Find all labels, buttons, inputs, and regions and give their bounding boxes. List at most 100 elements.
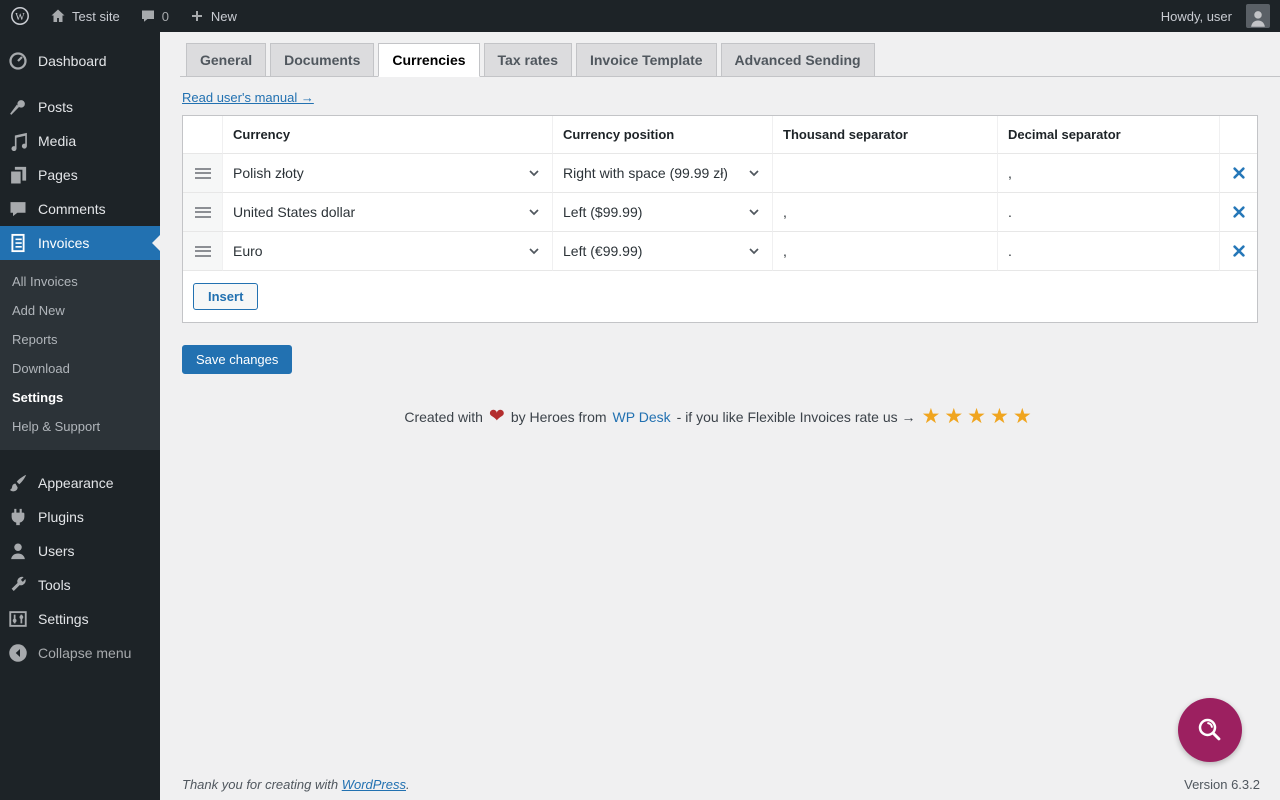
chevron-down-icon	[749, 170, 759, 177]
rating-stars-icon[interactable]: ★★★★★	[922, 406, 1036, 427]
currency-position-select[interactable]: Left ($99.99)	[563, 204, 762, 220]
sidebar-label: Collapse menu	[38, 645, 132, 661]
home-icon	[51, 9, 65, 22]
new-content-button[interactable]: New	[179, 0, 247, 32]
submenu-add-new[interactable]: Add New	[0, 296, 160, 325]
site-name-link[interactable]: Test site	[40, 0, 130, 32]
drag-handle[interactable]	[183, 232, 223, 271]
position-cell: Right with space (99.99 zł)	[553, 154, 773, 193]
tab-advanced-sending[interactable]: Advanced Sending	[720, 43, 875, 77]
header-decimal-separator: Decimal separator	[998, 116, 1220, 154]
sidebar-label: Comments	[38, 201, 106, 217]
tools-icon	[11, 576, 26, 591]
delete-row-button[interactable]	[1220, 232, 1257, 271]
sidebar-item-invoices[interactable]: Invoices	[0, 226, 160, 260]
sidebar-item-pages[interactable]: Pages	[0, 158, 160, 192]
avatar	[1246, 4, 1270, 28]
drag-handle[interactable]	[183, 193, 223, 232]
delete-row-button[interactable]	[1220, 193, 1257, 232]
submenu-help-support[interactable]: Help & Support	[0, 412, 160, 441]
admin-bar: W Test site 0 New Howdy, user	[0, 0, 1280, 32]
sidebar-label: Users	[38, 543, 75, 559]
read-manual-link[interactable]: Read user's manual →	[182, 90, 314, 105]
insert-row: Insert	[183, 271, 1257, 322]
sidebar-item-comments[interactable]: Comments	[0, 192, 160, 226]
position-cell: Left ($99.99)	[553, 193, 773, 232]
delete-x-icon	[1232, 245, 1245, 257]
sidebar-label: Appearance	[38, 475, 114, 491]
admin-footer: Thank you for creating with WordPress. V…	[160, 777, 1280, 792]
currency-cell: Euro	[223, 232, 553, 271]
drag-handle[interactable]	[183, 154, 223, 193]
sidebar-item-appearance[interactable]: Appearance	[0, 466, 160, 500]
decimal-separator-input[interactable]	[1008, 243, 1209, 259]
header-currency: Currency	[223, 116, 553, 154]
collapse-menu-button[interactable]: Collapse menu	[0, 636, 160, 670]
insert-button[interactable]: Insert	[193, 283, 259, 310]
position-select-value: Left (€99.99)	[563, 243, 643, 259]
chevron-down-icon	[749, 209, 759, 216]
decimal-separator-input[interactable]	[1008, 165, 1209, 181]
currency-position-select[interactable]: Left (€99.99)	[563, 243, 762, 259]
thousand-separator-input[interactable]	[783, 204, 987, 220]
currency-select-value: United States dollar	[233, 204, 356, 220]
currency-select[interactable]: United States dollar	[233, 204, 542, 220]
tab-invoice-template[interactable]: Invoice Template	[575, 43, 717, 77]
new-label: New	[210, 8, 237, 24]
currency-position-select[interactable]: Right with space (99.99 zł)	[563, 165, 762, 181]
sidebar-item-posts[interactable]: Posts	[0, 90, 160, 124]
delete-x-icon	[1232, 206, 1245, 218]
thousand-separator-input[interactable]	[783, 243, 987, 259]
decimal-separator-input[interactable]	[1008, 204, 1209, 220]
tab-documents[interactable]: Documents	[270, 43, 375, 77]
sidebar-item-plugins[interactable]: Plugins	[0, 500, 160, 534]
heart-icon: ❤	[488, 406, 505, 427]
invoice-icon	[11, 233, 25, 253]
drag-handle-icon	[194, 204, 211, 220]
sidebar-label: Pages	[38, 167, 78, 183]
currency-select[interactable]: Polish złoty	[233, 165, 542, 181]
submenu-reports[interactable]: Reports	[0, 325, 160, 354]
sidebar-item-settings[interactable]: Settings	[0, 602, 160, 636]
promo-text-created: Created with	[404, 408, 483, 425]
tab-general[interactable]: General	[186, 43, 267, 77]
header-drag-column	[183, 116, 223, 154]
submenu-all-invoices[interactable]: All Invoices	[0, 267, 160, 296]
currency-cell: Polish złoty	[223, 154, 553, 193]
main-content: General Documents Currencies Tax rates I…	[160, 32, 1280, 800]
currency-select[interactable]: Euro	[233, 243, 542, 259]
drag-handle-icon	[194, 165, 211, 181]
sidebar-item-tools[interactable]: Tools	[0, 568, 160, 602]
position-select-value: Left ($99.99)	[563, 204, 643, 220]
sidebar-item-dashboard[interactable]: Dashboard	[0, 44, 160, 78]
promo-line: Created with ❤ by Heroes from WP Desk - …	[160, 406, 1280, 427]
comments-admin-bar[interactable]: 0	[130, 0, 179, 32]
user-icon	[11, 543, 25, 560]
thousand-separator-input[interactable]	[783, 165, 987, 181]
chevron-down-icon	[749, 248, 759, 255]
header-actions	[1220, 116, 1257, 154]
tab-currencies[interactable]: Currencies	[378, 43, 480, 77]
wordpress-link[interactable]: WordPress	[342, 777, 406, 792]
media-icon	[11, 132, 27, 151]
thousand-separator-cell	[773, 232, 998, 271]
account-menu[interactable]: Howdy, user	[1151, 0, 1280, 32]
sidebar-label: Plugins	[38, 509, 84, 525]
sidebar-item-media[interactable]: Media	[0, 124, 160, 158]
sidebar-label: Settings	[38, 611, 89, 627]
currency-select-value: Euro	[233, 243, 263, 259]
header-currency-position: Currency position	[553, 116, 773, 154]
submenu-settings[interactable]: Settings	[0, 383, 160, 412]
submenu-download[interactable]: Download	[0, 354, 160, 383]
save-changes-button[interactable]: Save changes	[182, 345, 293, 374]
admin-sidebar: Dashboard Posts Media Pages Comments Inv…	[0, 32, 160, 800]
decimal-separator-cell	[998, 232, 1220, 271]
tab-tax-rates[interactable]: Tax rates	[483, 43, 572, 77]
sidebar-item-users[interactable]: Users	[0, 534, 160, 568]
currency-cell: United States dollar	[223, 193, 553, 232]
wp-desk-link[interactable]: WP Desk	[613, 409, 671, 425]
delete-row-button[interactable]	[1220, 154, 1257, 193]
help-search-button[interactable]	[1178, 698, 1242, 762]
position-cell: Left (€99.99)	[553, 232, 773, 271]
wordpress-logo-icon[interactable]: W	[0, 0, 40, 32]
